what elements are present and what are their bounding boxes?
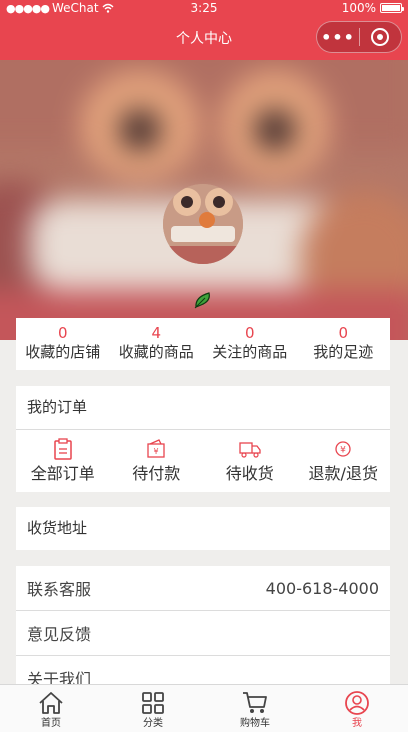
user-icon: [345, 691, 369, 715]
contact-service-row[interactable]: 联系客服 400-618-4000: [16, 566, 390, 610]
service-phone: 400-618-4000: [265, 578, 379, 598]
category-grid-icon: [142, 692, 164, 714]
pending-payment-button[interactable]: ¥ 待付款: [110, 430, 204, 492]
wallet-icon: ¥: [147, 439, 165, 458]
refund-button[interactable]: ¥ 退款/退货: [297, 430, 391, 492]
capsule-close-icon: [371, 28, 390, 46]
status-bar: ●●●●● WeChat 3:25 100%: [0, 0, 408, 16]
nav-bar: 个人中心 •••: [0, 16, 408, 60]
profile-banner: [0, 60, 408, 340]
tab-label: 我: [352, 718, 362, 729]
tab-cart[interactable]: 购物车: [204, 685, 306, 732]
tab-label: 首页: [41, 718, 61, 729]
shipping-address-row[interactable]: 收货地址: [16, 507, 390, 550]
menu-capsule: •••: [316, 21, 402, 53]
refund-icon: ¥: [335, 441, 351, 457]
feedback-label: 意见反馈: [27, 625, 92, 644]
feedback-row[interactable]: 意见反馈: [16, 611, 390, 655]
settings-card: 联系客服 400-618-4000 意见反馈 关于我们: [16, 566, 390, 700]
contact-service-label: 联系客服: [27, 580, 92, 599]
order-label: 全部订单: [30, 464, 95, 483]
stat-label: 关注的商品: [212, 343, 288, 361]
tab-category[interactable]: 分类: [102, 685, 204, 732]
order-label: 退款/退货: [308, 464, 378, 483]
capsule-close-button[interactable]: [360, 28, 401, 46]
order-label: 待收货: [225, 464, 274, 483]
svg-text:¥: ¥: [154, 447, 159, 456]
order-shortcuts: 全部订单 ¥ 待付款 待收货 ¥ 退款/退货: [16, 430, 390, 492]
stat-favorite-products[interactable]: 4 收藏的商品: [110, 318, 204, 370]
cart-icon: [243, 692, 267, 713]
all-orders-button[interactable]: 全部订单: [16, 430, 110, 492]
truck-icon: [239, 442, 261, 458]
stat-value: 0: [57, 324, 68, 342]
stats-panel: 0 收藏的店铺 4 收藏的商品 0 关注的商品 0 我的足迹: [16, 318, 390, 370]
stat-value: 4: [151, 324, 162, 342]
more-dots-icon[interactable]: •••: [317, 28, 359, 47]
stat-footprints[interactable]: 0 我的足迹: [297, 318, 391, 370]
my-orders-title[interactable]: 我的订单: [16, 386, 390, 429]
svg-text:¥: ¥: [340, 446, 346, 456]
orders-card: 我的订单 全部订单 ¥ 待付款 待收货 ¥ 退款/退货: [16, 386, 390, 492]
battery-icon: [380, 3, 404, 13]
stat-followed-products[interactable]: 0 关注的商品: [203, 318, 297, 370]
order-label: 待付款: [132, 464, 181, 483]
battery-percent: 100%: [341, 1, 376, 15]
stat-label: 我的足迹: [313, 343, 374, 361]
tab-me[interactable]: 我: [306, 685, 408, 732]
stat-favorite-shops[interactable]: 0 收藏的店铺: [16, 318, 110, 370]
stat-value: 0: [338, 324, 349, 342]
stat-label: 收藏的商品: [118, 343, 194, 361]
tab-label: 购物车: [240, 718, 270, 729]
stat-value: 0: [244, 324, 255, 342]
tab-home[interactable]: 首页: [0, 685, 102, 732]
address-card: 收货地址: [16, 507, 390, 550]
pending-receipt-button[interactable]: 待收货: [203, 430, 297, 492]
clipboard-icon: [54, 438, 72, 460]
avatar-image: [163, 184, 243, 264]
tab-label: 分类: [143, 718, 163, 729]
user-avatar[interactable]: [163, 184, 243, 264]
stat-label: 收藏的店铺: [25, 343, 101, 361]
tab-bar: 首页 分类 购物车 我: [0, 684, 408, 732]
home-icon: [39, 692, 63, 714]
leaf-icon: [194, 292, 210, 309]
